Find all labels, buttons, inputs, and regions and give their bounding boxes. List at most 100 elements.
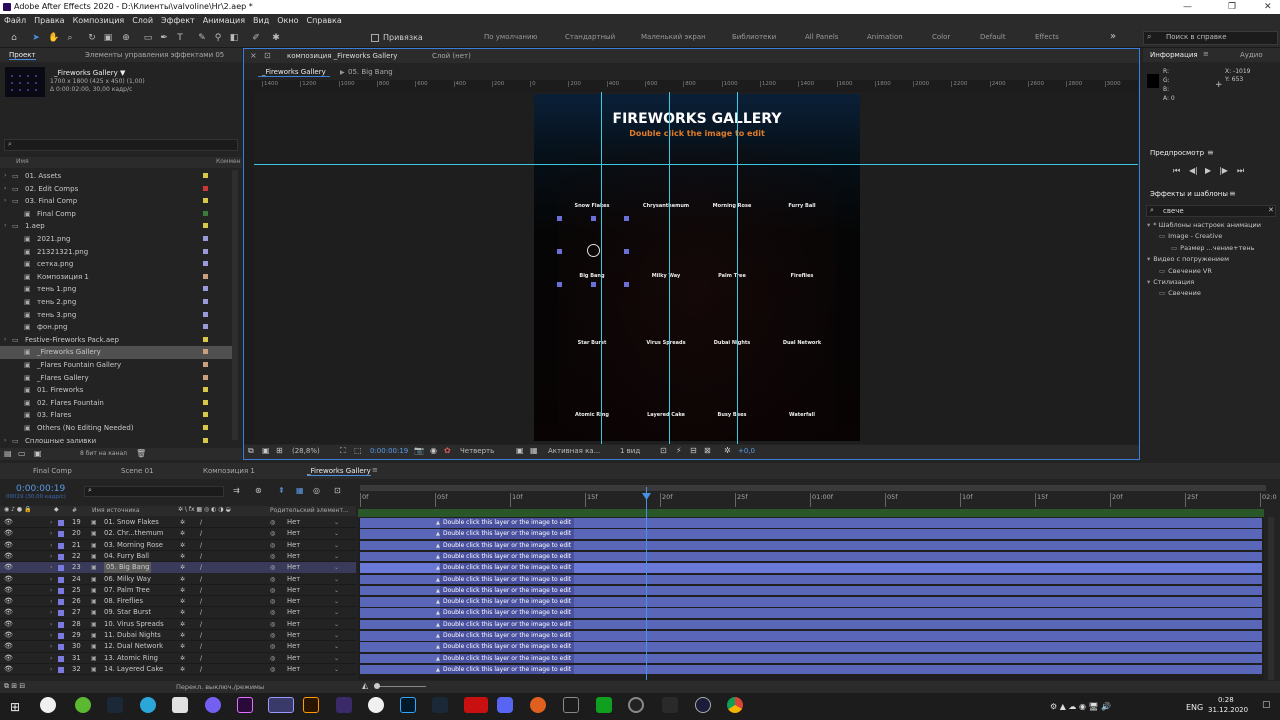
chevron-down-icon[interactable]: ⌄: [334, 596, 339, 607]
snap-checkbox[interactable]: [371, 34, 379, 42]
type-tool-icon[interactable]: T: [174, 32, 186, 44]
steam-icon-2[interactable]: [432, 697, 448, 713]
menu-edit[interactable]: Правка: [30, 14, 68, 28]
visibility-eye-icon[interactable]: 👁: [4, 630, 13, 641]
layer-label-color[interactable]: [58, 565, 64, 572]
layer-label-color[interactable]: [58, 633, 64, 639]
tab-effect-controls[interactable]: Элементы управления эффектами 05: [85, 51, 224, 59]
battle-net-icon[interactable]: [662, 697, 678, 713]
roi-icon[interactable]: ▣: [516, 446, 524, 455]
workspace-color[interactable]: Color: [932, 33, 950, 41]
expand-arrow-icon[interactable]: ›: [4, 170, 6, 183]
layer-duration-bar[interactable]: Double click this layer or the image to …: [360, 631, 1262, 641]
pick-whip-icon[interactable]: ◎: [270, 585, 275, 596]
effect-tile-label[interactable]: Big Bang: [562, 273, 622, 279]
zoom-level[interactable]: (28,8%): [292, 447, 320, 455]
parent-select[interactable]: Нет: [287, 619, 300, 630]
visibility-eye-icon[interactable]: 👁: [4, 528, 13, 539]
minimize-icon[interactable]: —: [1183, 0, 1192, 14]
shy-switch-icon[interactable]: ✲: [180, 585, 185, 596]
expand-arrow-icon[interactable]: ›: [4, 435, 6, 448]
time-ruler[interactable]: 0f 05f 10f 15f 20f 25f 01:00f 05f 10f 15f 20f 25f 02…: [358, 485, 1277, 517]
transform-handle[interactable]: [591, 282, 596, 287]
project-scrollbar[interactable]: [232, 170, 238, 440]
label-color-swatch[interactable]: [203, 374, 208, 380]
parent-select[interactable]: Нет: [287, 585, 300, 596]
effect-tile-label[interactable]: Chrysanthemum: [636, 203, 696, 209]
project-item[interactable]: ▣ 01. Fireworks: [0, 384, 238, 397]
parent-select[interactable]: Нет: [287, 664, 300, 675]
more-workspaces-icon[interactable]: »: [1110, 31, 1116, 42]
chrome-icon[interactable]: [727, 697, 743, 713]
selection-tool-icon[interactable]: ➤: [30, 32, 42, 44]
discord-icon[interactable]: [497, 697, 513, 713]
hand-tool-icon[interactable]: ✋: [48, 32, 60, 44]
layer-label-color[interactable]: [58, 542, 64, 549]
quality-switch-icon[interactable]: /: [200, 551, 202, 562]
pick-whip-icon[interactable]: ◎: [270, 551, 275, 562]
toggle-pixel-aspect-icon[interactable]: ⊡: [660, 446, 667, 455]
workspace-animation[interactable]: Animation: [867, 33, 903, 41]
layer-switches-icon[interactable]: ⧉ ⊞ ⊟: [4, 682, 25, 691]
project-item[interactable]: ▣ _Fireworks Gallery: [0, 346, 238, 359]
parent-select[interactable]: Нет: [287, 630, 300, 641]
timeline-search-input[interactable]: ⌕: [84, 486, 224, 497]
delete-icon[interactable]: 🗑: [136, 449, 146, 458]
work-area-bar[interactable]: [360, 485, 1266, 491]
chevron-down-icon[interactable]: ⌄: [334, 517, 339, 528]
expand-arrow-icon[interactable]: ›: [50, 585, 52, 596]
keyframe-marker-icon[interactable]: ▲: [436, 554, 440, 560]
visibility-eye-icon[interactable]: 👁: [4, 585, 13, 596]
brush-tool-icon[interactable]: ✎: [196, 32, 208, 44]
visibility-eye-icon[interactable]: 👁: [4, 562, 13, 573]
guide-vertical-3[interactable]: [737, 92, 738, 444]
project-item[interactable]: › ▭ 1.aep: [0, 220, 238, 233]
toggle-switches-modes[interactable]: Перекл. выключ./режимы: [176, 683, 264, 691]
workspace-effects[interactable]: Effects: [1035, 33, 1059, 41]
layer-row[interactable]: 👁 › 20 ▣ 02. Chr...themum ✲ / ◎ Нет ⌄: [0, 528, 356, 540]
transform-handle[interactable]: [557, 249, 562, 254]
project-item[interactable]: ▣ 21321321.png: [0, 246, 238, 259]
expand-arrow-icon[interactable]: ›: [50, 664, 52, 675]
parent-select[interactable]: Нет: [287, 607, 300, 618]
language-indicator[interactable]: ENG: [1186, 703, 1203, 712]
transform-handle[interactable]: [557, 282, 562, 287]
quality-switch-icon[interactable]: /: [200, 607, 202, 618]
layer-duration-bar[interactable]: Double click this layer or the image to …: [360, 585, 1262, 596]
rotate-tool-icon[interactable]: ↻: [86, 32, 98, 44]
layer-duration-bar[interactable]: Double click this layer or the image to …: [360, 574, 1262, 584]
effect-tile-label[interactable]: Snow Flakes: [562, 203, 622, 209]
effect-tile-label[interactable]: Virus Spreads: [636, 340, 696, 346]
maximize-icon[interactable]: ❐: [1228, 0, 1236, 14]
shy-switch-icon[interactable]: ✲: [180, 517, 185, 528]
menu-help[interactable]: Справка: [302, 14, 345, 28]
layer-label-color[interactable]: [58, 666, 64, 673]
close-tab-icon[interactable]: ×: [250, 51, 257, 60]
transform-handle[interactable]: [624, 282, 629, 287]
parent-select[interactable]: Нет: [287, 528, 300, 539]
label-color-swatch[interactable]: [203, 349, 208, 355]
notifications-icon[interactable]: ▢: [1262, 700, 1271, 710]
label-color-swatch[interactable]: [203, 173, 208, 178]
label-color-swatch[interactable]: [203, 437, 208, 443]
shy-switch-icon[interactable]: ✲: [180, 630, 185, 641]
pick-whip-icon[interactable]: ◎: [270, 596, 275, 607]
play-icon[interactable]: ▶: [1205, 166, 1211, 175]
last-frame-icon[interactable]: ⏭: [1237, 166, 1244, 176]
tab-fireworks-gallery[interactable]: _Fireworks Gallery: [307, 467, 371, 476]
anchor-point-icon[interactable]: [587, 244, 600, 257]
guide-vertical-2[interactable]: [669, 92, 670, 444]
opera-icon[interactable]: [464, 697, 488, 713]
expand-arrow-icon[interactable]: ›: [50, 528, 52, 539]
effect-tile-label[interactable]: Morning Rose: [702, 203, 762, 209]
col-comment[interactable]: Коммен: [216, 158, 241, 165]
parent-select[interactable]: Нет: [287, 574, 300, 585]
label-color-swatch[interactable]: [203, 336, 208, 342]
label-color-swatch[interactable]: [203, 185, 208, 191]
keyframe-marker-icon[interactable]: ▲: [436, 543, 440, 549]
visibility-eye-icon[interactable]: 👁: [4, 641, 13, 652]
chevron-down-icon[interactable]: ⌄: [334, 574, 339, 585]
effect-tile-label[interactable]: Atomic Ring: [562, 412, 622, 418]
project-item[interactable]: › ▭ Festive-Fireworks Pack.aep: [0, 334, 238, 347]
search-taskbar-icon[interactable]: [40, 697, 56, 713]
